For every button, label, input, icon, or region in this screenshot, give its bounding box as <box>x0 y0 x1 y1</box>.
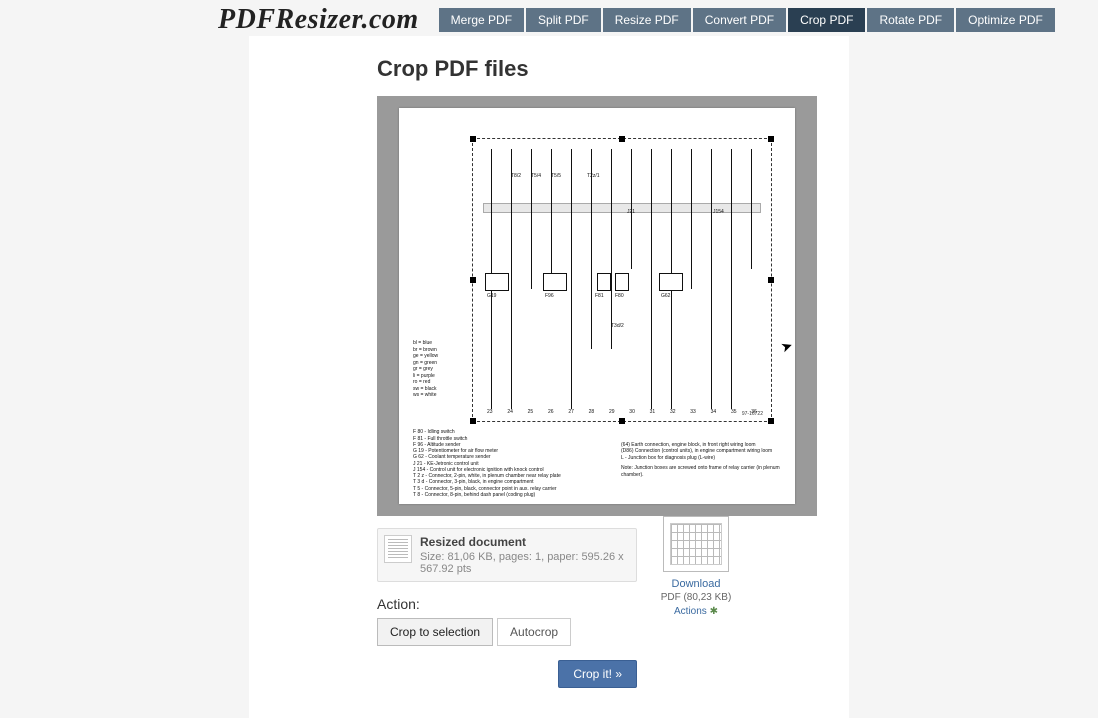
crop-handle-tr[interactable] <box>768 136 774 142</box>
crop-handle-tm[interactable] <box>619 136 625 142</box>
component-footnotes-left: F 80 - Idling switch F 81 - Full throttl… <box>413 429 613 498</box>
gear-icon: ✱ <box>710 606 718 617</box>
download-link[interactable]: Download <box>646 578 746 590</box>
nav-optimize[interactable]: Optimize PDF <box>956 8 1055 32</box>
nav-merge[interactable]: Merge PDF <box>439 8 524 32</box>
crop-to-selection-button[interactable]: Crop to selection <box>377 618 493 646</box>
document-meta: Size: 81,06 KB, pages: 1, paper: 595.26 … <box>420 551 628 575</box>
nav-convert[interactable]: Convert PDF <box>693 8 786 32</box>
crop-it-button[interactable]: Crop it! » <box>558 660 637 688</box>
document-info-panel: Resized document Size: 81,06 KB, pages: … <box>377 528 637 582</box>
main-nav: Merge PDF Split PDF Resize PDF Convert P… <box>439 8 1055 32</box>
page-container: Crop PDF files bl = blue br = brown ge =… <box>249 36 849 718</box>
nav-rotate[interactable]: Rotate PDF <box>867 8 954 32</box>
brand-logo[interactable]: PDFResizer.com <box>218 4 419 36</box>
autocrop-button[interactable]: Autocrop <box>497 618 571 646</box>
color-legend: bl = blue br = brown ge = yellow gn = gr… <box>413 340 438 399</box>
crop-handle-bl[interactable] <box>470 418 476 424</box>
output-thumbnail[interactable] <box>663 516 729 572</box>
download-panel: Download PDF (80,23 KB) Actions ✱ <box>646 516 746 617</box>
top-bar: PDFResizer.com Merge PDF Split PDF Resiz… <box>0 0 1098 36</box>
document-title: Resized document <box>420 535 628 549</box>
action-label: Action: <box>377 596 829 612</box>
crop-handle-ml[interactable] <box>470 277 476 283</box>
page-title: Crop PDF files <box>377 56 829 82</box>
component-footnotes-right: (64) Earth connection, engine block, in … <box>621 442 781 479</box>
nav-split[interactable]: Split PDF <box>526 8 601 32</box>
crop-handle-bm[interactable] <box>619 418 625 424</box>
crop-handle-tl[interactable] <box>470 136 476 142</box>
wiring-schematic: T8/2 T5/4 T5/5 T2z/1 J21 J154 G19 F96 F8… <box>477 143 767 417</box>
document-thumb-icon <box>384 535 412 563</box>
crop-handle-br[interactable] <box>768 418 774 424</box>
crop-handle-mr[interactable] <box>768 277 774 283</box>
nav-resize[interactable]: Resize PDF <box>603 8 691 32</box>
action-row: Crop to selection Autocrop <box>377 618 829 646</box>
crop-selection-rect[interactable]: T8/2 T5/4 T5/5 T2z/1 J21 J154 G19 F96 F8… <box>472 138 772 422</box>
download-actions[interactable]: Actions ✱ <box>646 606 746 617</box>
pdf-preview-canvas[interactable]: bl = blue br = brown ge = yellow gn = gr… <box>377 96 817 516</box>
download-meta: PDF (80,23 KB) <box>646 592 746 603</box>
nav-crop[interactable]: Crop PDF <box>788 8 865 32</box>
